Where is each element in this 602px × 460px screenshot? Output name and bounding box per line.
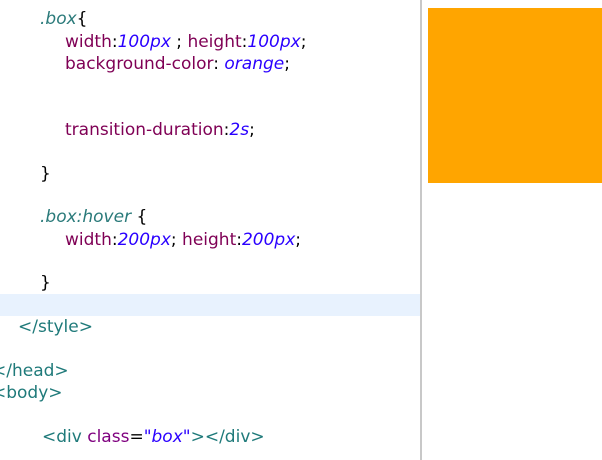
current-line-highlight <box>0 294 420 316</box>
code-editor[interactable]: .box{ width:100px ; height:100px; backgr… <box>0 0 420 460</box>
css-property: height <box>182 230 237 250</box>
semicolon: ; <box>295 230 302 250</box>
css-value: 100px <box>247 32 301 52</box>
code-line-close-brace[interactable]: } <box>40 272 51 294</box>
css-value: orange <box>218 54 285 74</box>
code-line-div[interactable]: <div class="box"></div> <box>42 426 265 448</box>
html-tag: </style> <box>18 317 93 337</box>
css-selector: .box <box>40 9 77 29</box>
open-brace: { <box>131 207 148 227</box>
attribute-value: "box" <box>143 427 191 447</box>
code-line-size[interactable]: width:100px ; height:100px; <box>65 31 306 53</box>
code-line-style-close[interactable]: </style> <box>18 316 93 338</box>
code-line-selector-hover[interactable]: .box:hover { <box>40 206 147 228</box>
preview-pane <box>422 0 602 460</box>
code-line-background[interactable]: background-color: orange; <box>65 53 290 75</box>
code-line-transition[interactable]: transition-duration:2s; <box>65 119 255 141</box>
html-tag: <body> <box>0 383 63 403</box>
close-brace: } <box>40 164 51 184</box>
code-line-hover-size[interactable]: width:200px; height:200px; <box>65 229 301 251</box>
code-line-selector-box[interactable]: .box{ <box>40 8 87 30</box>
css-property: width <box>65 230 112 250</box>
css-property: height <box>187 32 242 52</box>
html-tag: ></div> <box>190 427 265 447</box>
css-property: background-color <box>65 54 214 74</box>
html-tag: </head> <box>0 361 69 381</box>
open-brace: { <box>76 9 88 29</box>
html-editor-with-preview: .box{ width:100px ; height:100px; backgr… <box>0 0 602 460</box>
css-selector: .box:hover <box>40 207 132 227</box>
code-line-head-close[interactable]: </head> <box>0 360 69 382</box>
close-brace: } <box>40 273 51 293</box>
separator: ; <box>170 32 188 52</box>
css-value: 200px <box>117 230 171 250</box>
semicolon: ; <box>300 32 307 52</box>
code-line-close-brace[interactable]: } <box>40 163 51 185</box>
html-attribute: class <box>87 427 130 447</box>
orange-box[interactable] <box>428 8 602 183</box>
css-value: 100px <box>117 32 171 52</box>
css-property: transition-duration <box>65 120 224 140</box>
code-line-body-open[interactable]: <body> <box>0 382 63 404</box>
css-value: 2s <box>229 120 250 140</box>
css-value: 200px <box>241 230 296 250</box>
html-tag: <div <box>42 427 88 447</box>
separator: ; <box>170 230 183 250</box>
semicolon: ; <box>284 54 290 74</box>
css-property: width <box>65 32 112 52</box>
semicolon: ; <box>249 120 255 140</box>
